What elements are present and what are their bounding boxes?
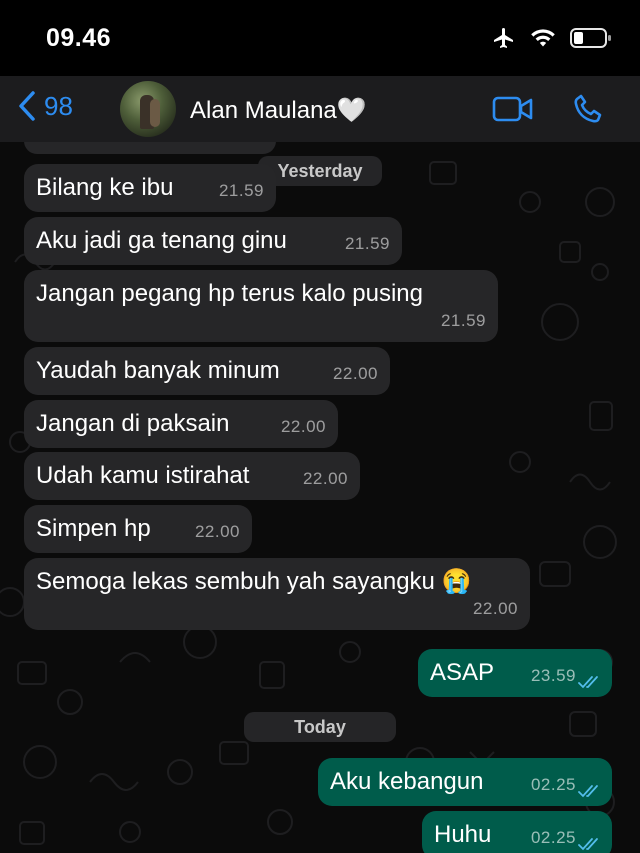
message-time: 21.59 <box>440 311 486 330</box>
read-receipt-icon <box>578 838 598 851</box>
message-time: 22.00 <box>332 364 378 383</box>
message-text: Huhu <box>434 821 492 848</box>
read-receipt-icon <box>578 676 598 689</box>
message-bubble[interactable]: Udah kamu istirahat 22.00 <box>24 452 360 500</box>
message-text: Yaudah banyak minum <box>36 357 280 384</box>
wifi-icon <box>531 29 555 47</box>
message-bubble-partial[interactable]: 21.58 <box>24 142 276 154</box>
read-receipt-icon <box>578 785 598 798</box>
message-time: 22.00 <box>472 599 518 618</box>
back-unread-count: 98 <box>44 90 73 121</box>
back-button[interactable]: 98 <box>18 90 73 122</box>
back-chevron-icon <box>19 91 35 121</box>
message-time: 22.00 <box>280 417 326 436</box>
message-text: Aku kebangun <box>330 768 484 795</box>
message-bubble[interactable]: Simpen hp 22.00 <box>24 505 252 553</box>
message-bubble[interactable]: Jangan di paksain 22.00 <box>24 400 338 448</box>
message-time: 21.58 <box>219 142 264 150</box>
message-time: 21.59 <box>218 181 264 200</box>
airplane-icon <box>494 28 513 48</box>
message-bubble[interactable]: Jangan pegang hp terus kalo pusing 21.59 <box>24 270 498 342</box>
battery-icon <box>570 28 611 48</box>
contact-name[interactable]: Alan Maulana🤍 <box>190 96 367 125</box>
message-time: 02.25 <box>530 775 576 794</box>
message-bubble-outgoing[interactable]: ASAP 23.59 <box>418 649 612 697</box>
message-time: 23.59 <box>530 666 576 685</box>
message-time: 21.59 <box>344 234 390 253</box>
status-time: 09.46 <box>46 24 112 52</box>
status-icons <box>492 26 612 50</box>
message-text: Udah kamu istirahat <box>36 462 250 489</box>
message-bubble-outgoing[interactable]: Aku kebangun 02.25 <box>318 758 612 806</box>
message-bubble[interactable]: Aku jadi ga tenang ginu 21.59 <box>24 217 402 265</box>
avatar[interactable] <box>120 81 176 137</box>
message-text: Bilang ke ibu <box>36 174 174 201</box>
message-text: Aku jadi ga tenang ginu <box>36 227 287 254</box>
message-time: 22.00 <box>194 522 240 541</box>
message-time: 22.00 <box>302 469 348 488</box>
message-bubble-outgoing[interactable]: Huhu 02.25 <box>422 811 612 853</box>
message-bubble[interactable]: Semoga lekas sembuh yah sayangku 😭 22.00 <box>24 558 530 630</box>
message-text: Jangan di paksain <box>36 410 230 437</box>
chat-area[interactable]: 21.58 Yesterday Bilang ke ibu 21.59 Aku … <box>0 142 640 853</box>
status-bar: 09.46 <box>0 0 640 76</box>
message-text: ASAP <box>430 659 495 686</box>
date-separator-today: Today <box>244 712 396 742</box>
message-bubble[interactable]: Bilang ke ibu 21.59 <box>24 164 276 212</box>
chat-header: 98 Alan Maulana🤍 <box>0 76 640 142</box>
message-text: Simpen hp <box>36 515 151 542</box>
message-text: Semoga lekas sembuh yah sayangku 😭 <box>36 568 472 595</box>
message-time: 02.25 <box>530 828 576 847</box>
voice-call-button[interactable] <box>572 93 604 130</box>
message-bubble[interactable]: Yaudah banyak minum 22.00 <box>24 347 390 395</box>
message-text: Jangan pegang hp terus kalo pusing <box>36 280 423 307</box>
video-call-icon <box>492 96 533 122</box>
phone-call-icon <box>574 94 602 123</box>
date-separator-yesterday: Yesterday <box>258 156 382 186</box>
video-call-button[interactable] <box>492 94 534 129</box>
